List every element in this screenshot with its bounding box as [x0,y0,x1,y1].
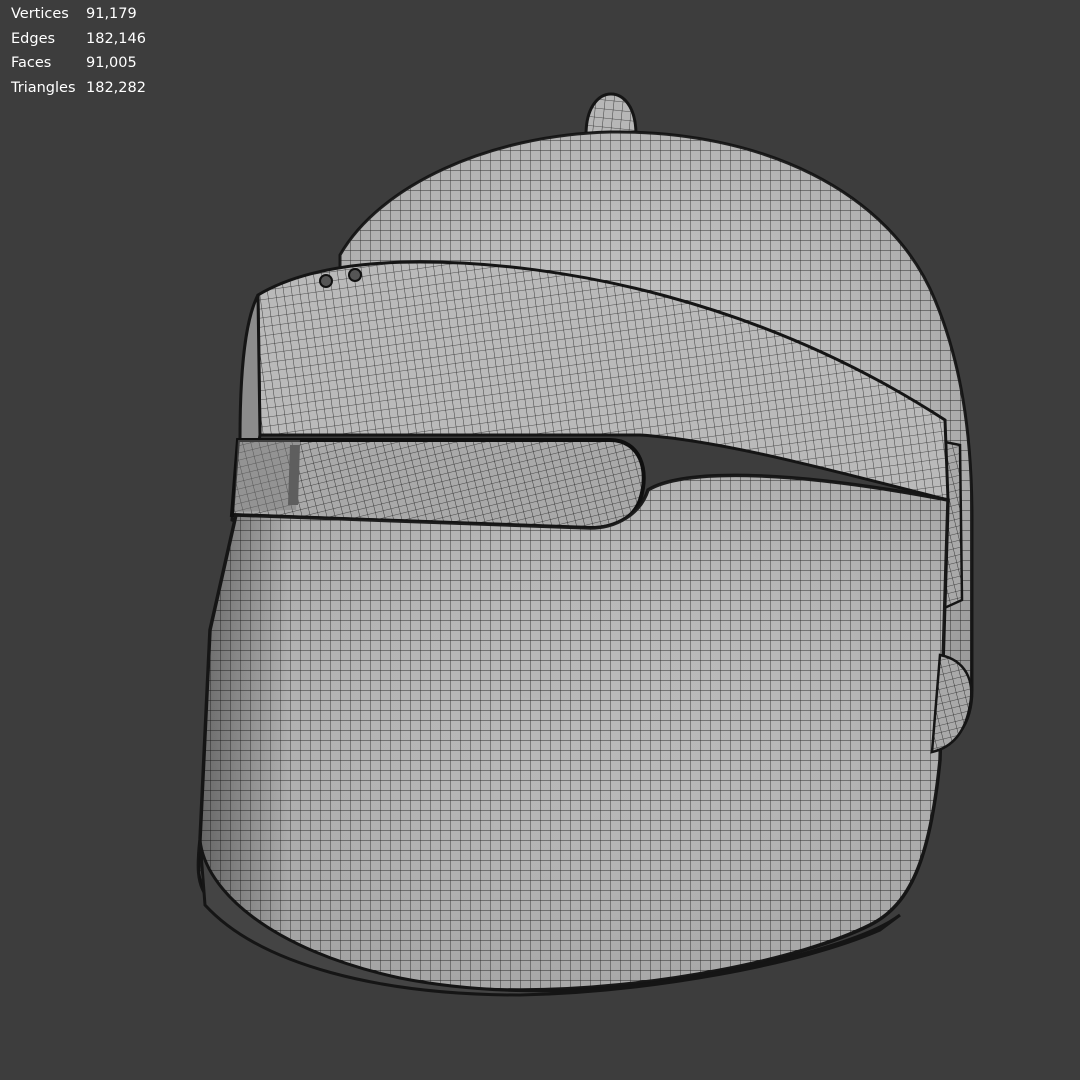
stat-row-edges: Edges 182,146 [11,27,146,52]
stat-label: Vertices [11,6,69,22]
stat-value: 182,282 [86,79,146,96]
stat-row-triangles: Triangles 182,282 [11,76,146,101]
stat-value: 182,146 [86,30,146,47]
stat-label: Edges [11,30,56,47]
visor-rivet [348,268,362,282]
stat-row-faces: Faces 91,005 [11,51,146,76]
stat-label: Triangles [11,79,76,96]
3d-viewport[interactable]: Vertices 91,179 Edges 182,146 Faces 91,0… [0,0,1080,1080]
helmet-top-knob [584,92,638,137]
visor-rivet [319,274,333,288]
stat-value: 91,005 [86,55,137,71]
helmet-mesh-render[interactable] [0,0,1080,1080]
statistics-overlay: Vertices 91,179 Edges 182,146 Faces 91,0… [11,2,146,100]
helmet-back-rim [930,653,973,754]
stat-value: 91,179 [86,6,137,22]
stat-label: Faces [11,55,52,71]
stat-row-vertices: Vertices 91,179 [11,2,146,27]
